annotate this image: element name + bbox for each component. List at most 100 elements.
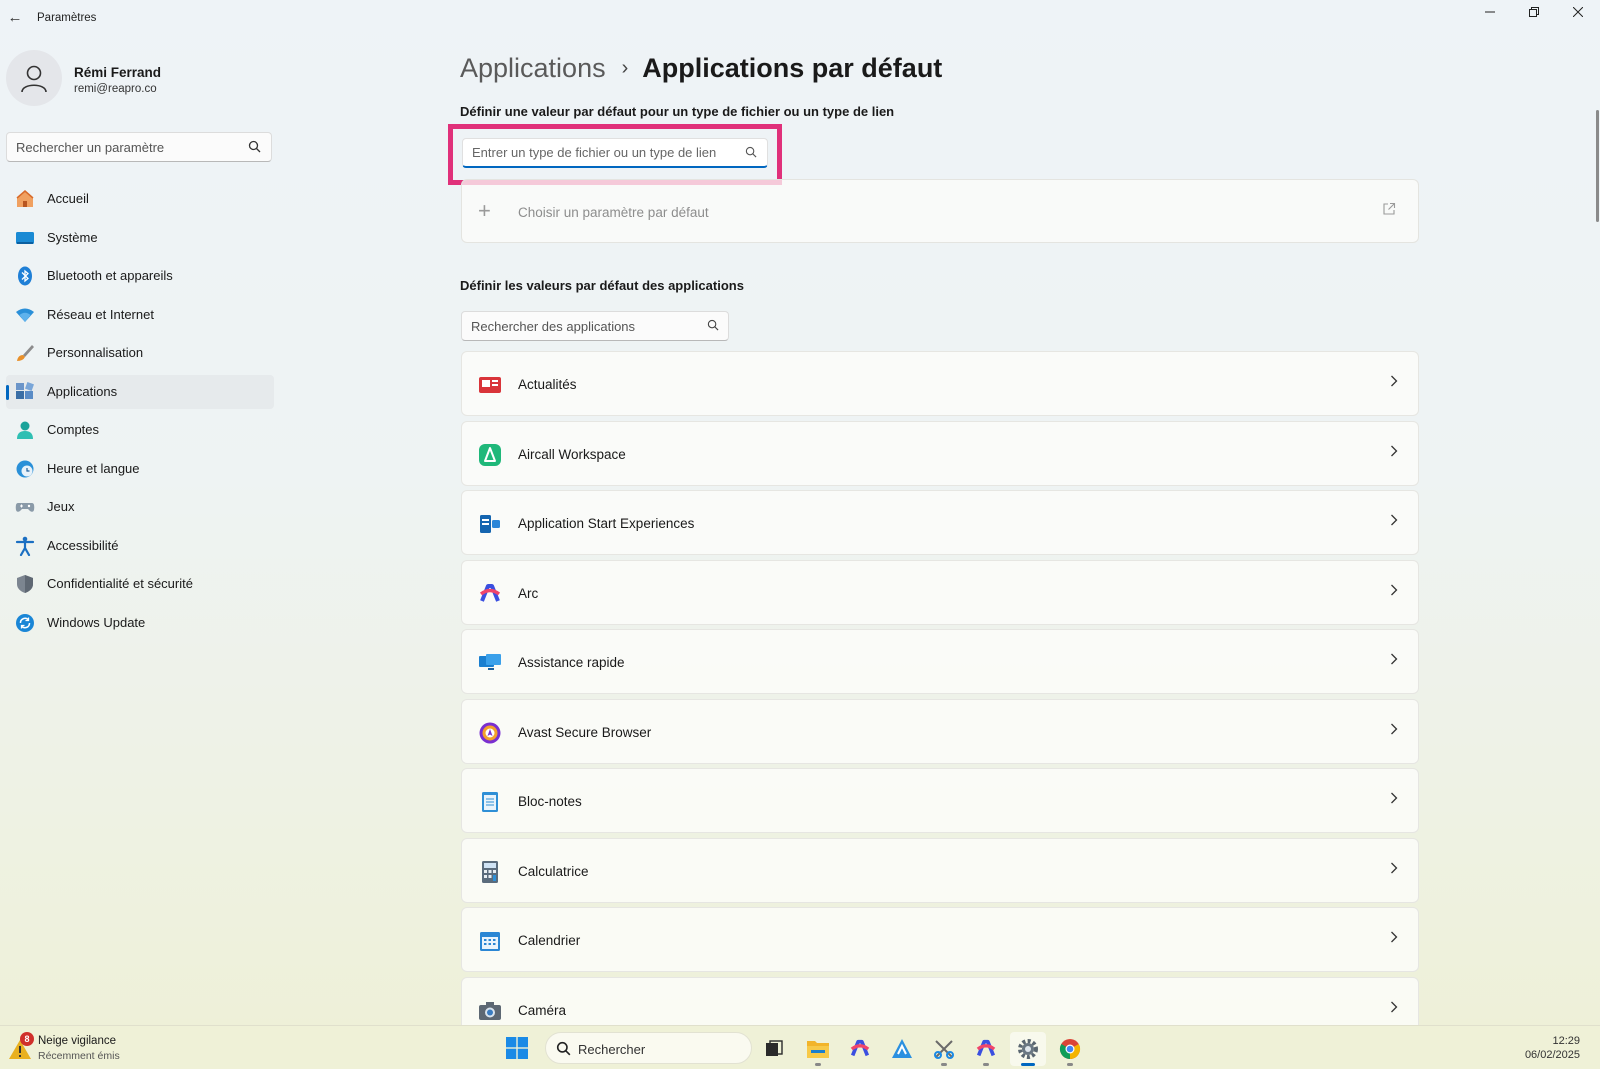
- running-indicator: [1067, 1063, 1073, 1066]
- back-arrow-icon: ←: [7, 9, 23, 26]
- clock-date: 06/02/2025: [1524, 1049, 1580, 1061]
- system-clock[interactable]: 12:29 06/02/2025: [1525, 1034, 1580, 1062]
- chevron-right-icon: [1391, 445, 1398, 456]
- restore-icon: [1529, 7, 1539, 17]
- apps-list: Actualités Aircall Workspace Application…: [461, 351, 1419, 1025]
- taskbar-task-view[interactable]: [756, 1032, 792, 1066]
- sidebar-item-label: Personnalisation: [47, 345, 144, 360]
- sidebar-item-reseau[interactable]: Réseau et Internet: [6, 298, 274, 332]
- chevron-right-icon: [1391, 514, 1398, 526]
- aircall-icon: [479, 443, 501, 466]
- gamepad-icon: [15, 503, 35, 512]
- sidebar-item-label: Accessibilité: [47, 537, 119, 553]
- close-button[interactable]: [1556, 2, 1600, 24]
- user-email: remi@reapro.co: [74, 83, 157, 95]
- scrollbar[interactable]: [1596, 110, 1599, 222]
- bluetooth-icon: [18, 266, 32, 286]
- breadcrumb: Applications › Applications par défaut: [460, 48, 942, 88]
- settings-search-box[interactable]: [6, 132, 272, 162]
- taskbar-search-box[interactable]: [545, 1032, 752, 1064]
- sidebar-item-label: Système: [47, 229, 98, 245]
- sidebar-item-label: Heure et langue: [47, 460, 140, 476]
- taskbar: 8 Neige vigilance Récemment émis 12:29: [0, 1025, 1600, 1069]
- restore-button[interactable]: [1512, 2, 1556, 24]
- settings-search-input[interactable]: [7, 133, 227, 161]
- file-explorer-icon: [807, 1041, 829, 1058]
- quick-assist-icon: [479, 654, 501, 670]
- file-type-input[interactable]: [463, 139, 733, 166]
- taskbar-file-explorer[interactable]: [800, 1032, 836, 1066]
- taskbar-aircall[interactable]: [884, 1032, 920, 1066]
- choose-default-card[interactable]: + Choisir un paramètre par défaut: [461, 179, 1419, 243]
- sidebar-item-comptes[interactable]: Comptes: [6, 413, 274, 447]
- app-row-camera[interactable]: Caméra: [461, 976, 1419, 1025]
- sidebar-item-accessibilite[interactable]: Accessibilité: [6, 529, 274, 563]
- sidebar-item-bluetooth[interactable]: Bluetooth et appareils: [6, 259, 274, 293]
- apps-search-input[interactable]: [462, 312, 690, 340]
- file-type-search-box[interactable]: [462, 138, 768, 168]
- app-row-calculatrice[interactable]: Calculatrice: [461, 837, 1419, 903]
- app-row-actualites[interactable]: Actualités: [461, 351, 1419, 416]
- app-row-avast[interactable]: Avast Secure Browser: [461, 698, 1419, 764]
- weather-widget[interactable]: 8 Neige vigilance Récemment émis: [8, 1032, 168, 1066]
- search-icon: [745, 146, 757, 158]
- sidebar-item-systeme[interactable]: Système: [6, 221, 274, 255]
- sidebar-item-accueil[interactable]: Accueil: [6, 182, 274, 216]
- sidebar-item-jeux[interactable]: Jeux: [6, 490, 274, 524]
- sidebar-item-windows-update[interactable]: Windows Update: [6, 606, 274, 640]
- user-profile[interactable]: Rémi Ferrand remi@reapro.co: [6, 50, 286, 108]
- app-label: Bloc-notes: [518, 794, 582, 809]
- weather-title: Neige vigilance: [38, 1035, 116, 1047]
- running-indicator: [983, 1063, 989, 1066]
- apps-section-title: Définir les valeurs par défaut des appli…: [460, 278, 744, 293]
- app-row-bloc-notes[interactable]: Bloc-notes: [461, 768, 1419, 833]
- sidebar-item-personnalisation[interactable]: Personnalisation: [6, 336, 274, 370]
- taskbar-settings[interactable]: [1010, 1032, 1046, 1066]
- sidebar-nav: Accueil Système Bluetooth et appareils R…: [6, 182, 274, 644]
- taskbar-snipping-tool[interactable]: [926, 1032, 962, 1066]
- sidebar-item-confidentialite[interactable]: Confidentialité et sécurité: [6, 567, 274, 601]
- arc-icon: [479, 583, 501, 602]
- accessibility-icon: [15, 536, 35, 556]
- taskbar-search-input[interactable]: [578, 1039, 738, 1059]
- sidebar-item-label: Accueil: [47, 191, 89, 206]
- app-row-calendrier[interactable]: Calendrier: [461, 907, 1419, 972]
- minimize-button[interactable]: [1468, 2, 1512, 24]
- sidebar-item-label: Confidentialité et sécurité: [47, 576, 193, 591]
- breadcrumb-separator-icon: ›: [621, 56, 629, 79]
- chevron-right-icon: [1391, 653, 1398, 665]
- chevron-right-icon: [1391, 1001, 1398, 1012]
- sidebar-item-label: Jeux: [47, 499, 75, 514]
- sidebar-item-label: Réseau et Internet: [47, 306, 154, 322]
- calendar-icon: [480, 932, 500, 951]
- app-row-assistance-rapide[interactable]: Assistance rapide: [461, 629, 1419, 694]
- app-label: Avast Secure Browser: [518, 724, 652, 740]
- search-icon: [556, 1041, 571, 1056]
- apps-search-box[interactable]: [461, 311, 729, 341]
- taskbar-arc-2[interactable]: [968, 1032, 1004, 1066]
- app-row-aircall[interactable]: Aircall Workspace: [461, 420, 1419, 486]
- sidebar-item-heure-langue[interactable]: Heure et langue: [6, 452, 274, 486]
- settings-icon: [1018, 1039, 1038, 1059]
- notepad-icon: [482, 792, 498, 812]
- plus-icon: +: [478, 198, 491, 223]
- page-title: Applications par défaut: [642, 52, 943, 83]
- sidebar-item-label: Windows Update: [47, 614, 146, 630]
- app-label: Caméra: [518, 1002, 567, 1018]
- chevron-right-icon: [1391, 931, 1398, 943]
- arc-icon: [976, 1039, 996, 1057]
- choose-default-label: Choisir un paramètre par défaut: [518, 205, 709, 220]
- chevron-right-icon: [1391, 862, 1398, 873]
- app-row-arc[interactable]: Arc: [461, 559, 1419, 625]
- sidebar-item-applications[interactable]: Applications: [6, 374, 274, 409]
- file-type-section-title: Définir une valeur par défaut pour un ty…: [460, 104, 895, 119]
- taskbar-chrome[interactable]: [1052, 1032, 1088, 1066]
- taskbar-arc[interactable]: [842, 1032, 878, 1066]
- running-indicator: [941, 1063, 947, 1066]
- breadcrumb-parent-link[interactable]: Applications: [460, 53, 606, 84]
- app-label: Application Start Experiences: [518, 516, 695, 531]
- start-button[interactable]: [506, 1037, 528, 1059]
- back-button[interactable]: ←: [4, 8, 26, 28]
- account-icon: [17, 421, 33, 439]
- app-row-start-experiences[interactable]: Application Start Experiences: [461, 490, 1419, 555]
